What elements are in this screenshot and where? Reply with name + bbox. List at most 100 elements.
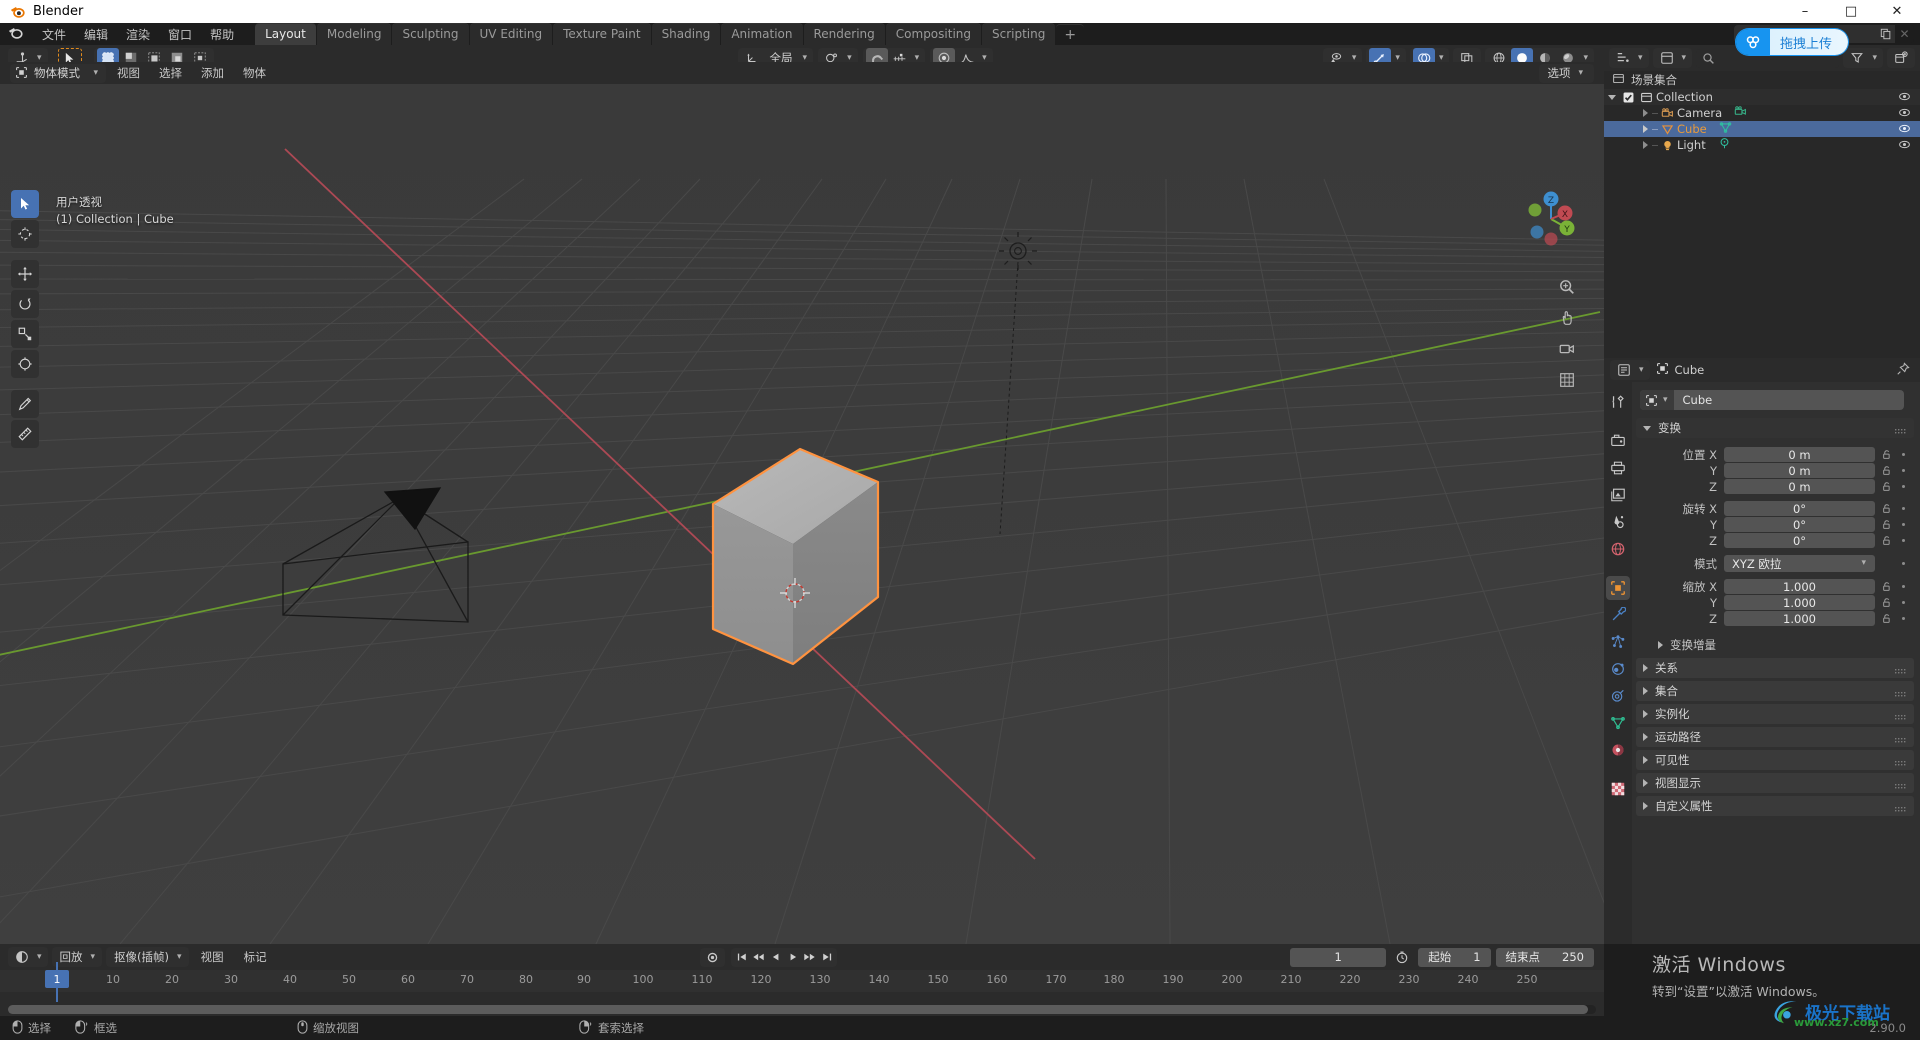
animate-location-y-dot[interactable]	[1896, 469, 1910, 472]
pan-view-icon[interactable]	[1554, 305, 1580, 331]
viewport-menu-view[interactable]: 视图	[109, 63, 148, 83]
tab-physics[interactable]	[1606, 657, 1630, 681]
tab-output[interactable]	[1606, 456, 1630, 480]
panel-delta-transform[interactable]: 变换增量	[1636, 636, 1910, 654]
tool-annotate-button[interactable]	[11, 390, 39, 418]
3d-viewport[interactable]: 用户透视 (1) Collection | Cube	[0, 84, 1604, 944]
lock-rotation-y-icon[interactable]	[1879, 519, 1896, 530]
tab-constraints[interactable]	[1606, 684, 1630, 708]
keying-popover-button[interactable]: 抠像(插帧) ▾	[106, 947, 189, 967]
viewport-menu-add[interactable]: 添加	[193, 63, 232, 83]
expand-triangle-icon[interactable]	[1638, 125, 1652, 133]
outliner-filter-button[interactable]: ▾	[1843, 48, 1883, 68]
view-layer-icon[interactable]	[1656, 48, 1678, 68]
outliner-scene-collection-root[interactable]: 场景集合	[1604, 71, 1920, 89]
outliner-display-mode-selector[interactable]: ▾	[1653, 48, 1693, 68]
scale-z-field[interactable]: 1.000	[1724, 611, 1875, 626]
outliner-icon[interactable]	[1612, 48, 1634, 68]
close-button[interactable]: ✕	[1874, 0, 1920, 23]
lock-rotation-z-icon[interactable]	[1879, 535, 1896, 546]
collection-checkbox[interactable]	[1620, 92, 1636, 103]
camera-view-icon[interactable]	[1554, 336, 1580, 362]
visibility-eye-icon[interactable]	[1898, 122, 1911, 138]
tool-measure-button[interactable]	[11, 420, 39, 448]
record-icon[interactable]	[704, 948, 721, 967]
timeline-icon[interactable]	[11, 947, 33, 967]
properties-icon[interactable]	[1613, 360, 1635, 380]
tab-view-layer[interactable]	[1606, 483, 1630, 507]
outliner-editor-type-selector[interactable]: ▾	[1609, 48, 1649, 68]
panel-custom-properties[interactable]: 自定义属性	[1636, 796, 1914, 816]
properties-editor-type-selector[interactable]: ▾	[1610, 360, 1650, 380]
lock-scale-y-icon[interactable]	[1879, 597, 1896, 608]
animate-scale-y-dot[interactable]	[1896, 601, 1910, 604]
viewport-nav-gizmo[interactable]: Z Y X	[1520, 188, 1582, 254]
light-data-icon[interactable]	[1718, 137, 1731, 153]
rotation-mode-dropdown[interactable]: XYZ 欧拉 ▾	[1724, 555, 1875, 572]
frame-start-field[interactable]: 起始 1	[1418, 948, 1490, 967]
new-collection-icon[interactable]	[1890, 48, 1912, 68]
timeline-playhead[interactable]: 1	[45, 970, 69, 988]
timeline-menu-marker[interactable]: 标记	[236, 947, 275, 967]
panel-motion-paths[interactable]: 运动路径	[1636, 727, 1914, 747]
animate-location-x-dot[interactable]	[1896, 453, 1910, 456]
panel-visibility[interactable]: 可见性	[1636, 750, 1914, 770]
visibility-eye-icon[interactable]	[1898, 106, 1911, 122]
rotation-z-field[interactable]: 0°	[1724, 533, 1875, 548]
menu-help[interactable]: 帮助	[201, 24, 243, 45]
filter-icon[interactable]	[1846, 48, 1868, 68]
animate-rotation-z-dot[interactable]	[1896, 539, 1910, 542]
use-preview-range-icon[interactable]	[1391, 948, 1413, 967]
tool-scale-button[interactable]	[11, 320, 39, 348]
camera-data-icon[interactable]	[1734, 105, 1747, 121]
rotation-y-field[interactable]: 0°	[1724, 517, 1875, 532]
zoom-view-icon[interactable]	[1554, 274, 1580, 300]
timeline-keyframe-strip[interactable]	[0, 992, 1604, 1006]
tab-scripting[interactable]: Scripting	[982, 23, 1055, 45]
timeline-horizontal-scrollbar[interactable]	[8, 1005, 1596, 1014]
auto-keying-toggle[interactable]	[700, 948, 725, 967]
tab-animation[interactable]: Animation	[721, 23, 802, 45]
lock-scale-z-icon[interactable]	[1879, 613, 1896, 624]
scrollbar-thumb[interactable]	[8, 1005, 1588, 1014]
animate-rotation-y-dot[interactable]	[1896, 523, 1910, 526]
jump-to-next-keyframe-button[interactable]	[801, 948, 818, 967]
tool-tweak-button[interactable]	[11, 190, 39, 218]
object-name-value[interactable]: Cube	[1674, 393, 1713, 407]
tab-particles[interactable]	[1606, 630, 1630, 654]
expand-triangle-icon[interactable]	[1604, 95, 1620, 100]
tab-render[interactable]	[1606, 429, 1630, 453]
tool-move-button[interactable]	[11, 260, 39, 288]
outliner-tree[interactable]: 场景集合 Collection	[1604, 71, 1920, 358]
panel-viewport-display[interactable]: 视图显示	[1636, 773, 1914, 793]
animate-location-z-dot[interactable]	[1896, 485, 1910, 488]
playback-popover-button[interactable]: 回放 ▾	[52, 947, 103, 967]
location-z-field[interactable]: 0 m	[1724, 479, 1875, 494]
outliner-row-collection[interactable]: Collection	[1604, 89, 1920, 105]
upload-button[interactable]: 拖拽上传	[1736, 29, 1848, 55]
play-button[interactable]	[784, 948, 801, 967]
timeline-ruler[interactable]: 1 10 20 30 40 50 60 70 80 90 100 110 120…	[0, 970, 1604, 992]
jump-to-start-button[interactable]	[733, 948, 750, 967]
tab-rendering[interactable]: Rendering	[804, 23, 885, 45]
outliner-row-camera[interactable]: Camera	[1604, 105, 1920, 121]
scale-y-field[interactable]: 1.000	[1724, 595, 1875, 610]
animate-rotation-x-dot[interactable]	[1896, 507, 1910, 510]
tab-texture-paint[interactable]: Texture Paint	[553, 23, 650, 45]
tab-scene[interactable]	[1606, 510, 1630, 534]
visibility-eye-icon[interactable]	[1898, 138, 1911, 154]
tab-object-data[interactable]	[1606, 711, 1630, 735]
tab-tool[interactable]	[1606, 390, 1630, 414]
rotation-x-field[interactable]: 0°	[1724, 501, 1875, 516]
pin-id-button[interactable]	[1896, 361, 1914, 380]
mesh-data-icon[interactable]	[1719, 121, 1732, 137]
tab-modeling[interactable]: Modeling	[317, 23, 392, 45]
play-reverse-button[interactable]	[767, 948, 784, 967]
panel-instancing[interactable]: 实例化	[1636, 704, 1914, 724]
tab-compositing[interactable]: Compositing	[886, 23, 981, 45]
timeline-editor-type-selector[interactable]: ▾	[8, 947, 48, 967]
minimize-button[interactable]: –	[1782, 0, 1828, 23]
location-x-field[interactable]: 0 m	[1724, 447, 1875, 462]
new-scene-button[interactable]	[1876, 25, 1895, 43]
viewport-menu-object[interactable]: 物体	[235, 63, 274, 83]
